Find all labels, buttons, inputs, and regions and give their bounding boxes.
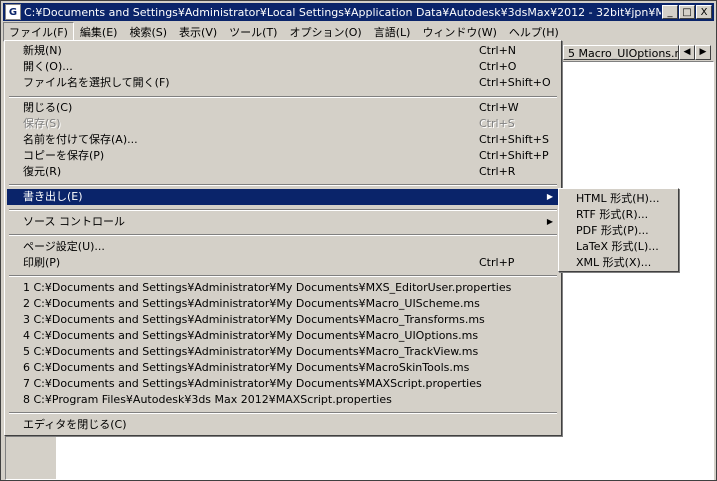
menu-help[interactable]: ヘルプ(H) (503, 22, 565, 42)
window-title: C:¥Documents and Settings¥Administrator¥… (24, 5, 661, 19)
separator (9, 184, 557, 186)
tab-bar: 5 Macro_UIOptions.mc ◀ ▶ (563, 44, 714, 61)
export-pdf[interactable]: PDF 形式(P)... (561, 223, 676, 239)
label: 書き出し(E) (23, 190, 83, 203)
export-xml[interactable]: XML 形式(X)... (561, 255, 676, 271)
app-icon[interactable]: G (5, 4, 21, 20)
menu-item-page-setup[interactable]: ページ設定(U)... (7, 239, 559, 255)
export-rtf[interactable]: RTF 形式(R)... (561, 207, 676, 223)
export-latex[interactable]: LaTeX 形式(L)... (561, 239, 676, 255)
menu-view[interactable]: 表示(V) (173, 22, 223, 42)
menu-item-close[interactable]: 閉じる(C) Ctrl+W (7, 100, 559, 116)
title-bar: G C:¥Documents and Settings¥Administrato… (3, 3, 714, 21)
shortcut: Ctrl+Shift+P (479, 149, 549, 162)
menu-item-save-copy[interactable]: コピーを保存(P) Ctrl+Shift+P (7, 148, 559, 164)
export-submenu: HTML 形式(H)... RTF 形式(R)... PDF 形式(P)... … (558, 188, 679, 272)
recent-file-4[interactable]: 4 C:¥Documents and Settings¥Administrato… (7, 328, 559, 344)
shortcut: Ctrl+W (479, 101, 519, 114)
label: 印刷(P) (23, 256, 61, 269)
label: 復元(R) (23, 165, 62, 178)
minimize-button[interactable]: _ (662, 5, 678, 19)
menu-window[interactable]: ウィンドウ(W) (416, 22, 502, 42)
menu-item-export[interactable]: 書き出し(E) ▶ (7, 189, 559, 205)
menu-item-save: 保存(S) Ctrl+S (7, 116, 559, 132)
shortcut: Ctrl+O (479, 60, 517, 73)
menu-file[interactable]: ファイル(F) (3, 22, 74, 42)
shortcut: Ctrl+Shift+S (479, 133, 549, 146)
file-menu-dropdown: 新規(N) Ctrl+N 開く(O)... Ctrl+O ファイル名を選択して開く(… (4, 40, 562, 436)
separator (9, 275, 557, 277)
recent-file-2[interactable]: 2 C:¥Documents and Settings¥Administrato… (7, 296, 559, 312)
menu-bar: ファイル(F) 編集(E) 検索(S) 表示(V) ツール(T) オプション(O… (3, 22, 714, 42)
recent-file-3[interactable]: 3 C:¥Documents and Settings¥Administrato… (7, 312, 559, 328)
recent-file-8[interactable]: 8 C:¥Program Files¥Autodesk¥3ds Max 2012… (7, 392, 559, 408)
label: 新規(N) (23, 44, 62, 57)
label: 名前を付けて保存(A)... (23, 133, 138, 146)
recent-file-5[interactable]: 5 C:¥Documents and Settings¥Administrato… (7, 344, 559, 360)
shortcut: Ctrl+P (479, 256, 515, 269)
separator (9, 96, 557, 98)
label: ファイル名を選択して開く(F) (23, 76, 170, 89)
label: 保存(S) (23, 117, 61, 130)
menu-item-new[interactable]: 新規(N) Ctrl+N (7, 43, 559, 59)
menu-item-source-control[interactable]: ソース コントロール ▶ (7, 214, 559, 230)
maximize-button[interactable]: □ (679, 5, 695, 19)
recent-file-6[interactable]: 6 C:¥Documents and Settings¥Administrato… (7, 360, 559, 376)
menu-options[interactable]: オプション(O) (283, 22, 367, 42)
label: ページ設定(U)... (23, 240, 105, 253)
label: 閉じる(C) (23, 101, 73, 114)
tab-scroll-right-icon[interactable]: ▶ (695, 45, 711, 60)
label: コピーを保存(P) (23, 149, 105, 162)
label: ソース コントロール (23, 215, 125, 228)
separator (9, 209, 557, 211)
separator (9, 234, 557, 236)
recent-file-1[interactable]: 1 C:¥Documents and Settings¥Administrato… (7, 280, 559, 296)
shortcut: Ctrl+S (479, 117, 515, 130)
shortcut: Ctrl+R (479, 165, 516, 178)
label: エディタを閉じる(C) (23, 418, 127, 431)
close-button[interactable]: X (696, 5, 712, 19)
export-html[interactable]: HTML 形式(H)... (561, 191, 676, 207)
menu-item-open[interactable]: 開く(O)... Ctrl+O (7, 59, 559, 75)
menu-tools[interactable]: ツール(T) (223, 22, 283, 42)
tab-macro-uioptions[interactable]: 5 Macro_UIOptions.mc (563, 45, 679, 60)
label: 開く(O)... (23, 60, 73, 73)
shortcut: Ctrl+Shift+O (479, 76, 551, 89)
separator (9, 412, 557, 414)
menu-search[interactable]: 検索(S) (123, 22, 173, 42)
menu-language[interactable]: 言語(L) (368, 22, 417, 42)
tab-scroll-left-icon[interactable]: ◀ (679, 45, 695, 60)
recent-file-7[interactable]: 7 C:¥Documents and Settings¥Administrato… (7, 376, 559, 392)
submenu-arrow-icon: ▶ (546, 217, 553, 226)
menu-item-open-selected[interactable]: ファイル名を選択して開く(F) Ctrl+Shift+O (7, 75, 559, 91)
menu-item-save-as[interactable]: 名前を付けて保存(A)... Ctrl+Shift+S (7, 132, 559, 148)
menu-item-revert[interactable]: 復元(R) Ctrl+R (7, 164, 559, 180)
menu-item-print[interactable]: 印刷(P) Ctrl+P (7, 255, 559, 271)
menu-item-close-editor[interactable]: エディタを閉じる(C) (7, 417, 559, 433)
shortcut: Ctrl+N (479, 44, 517, 57)
submenu-arrow-icon: ▶ (546, 192, 553, 201)
menu-edit[interactable]: 編集(E) (74, 22, 124, 42)
